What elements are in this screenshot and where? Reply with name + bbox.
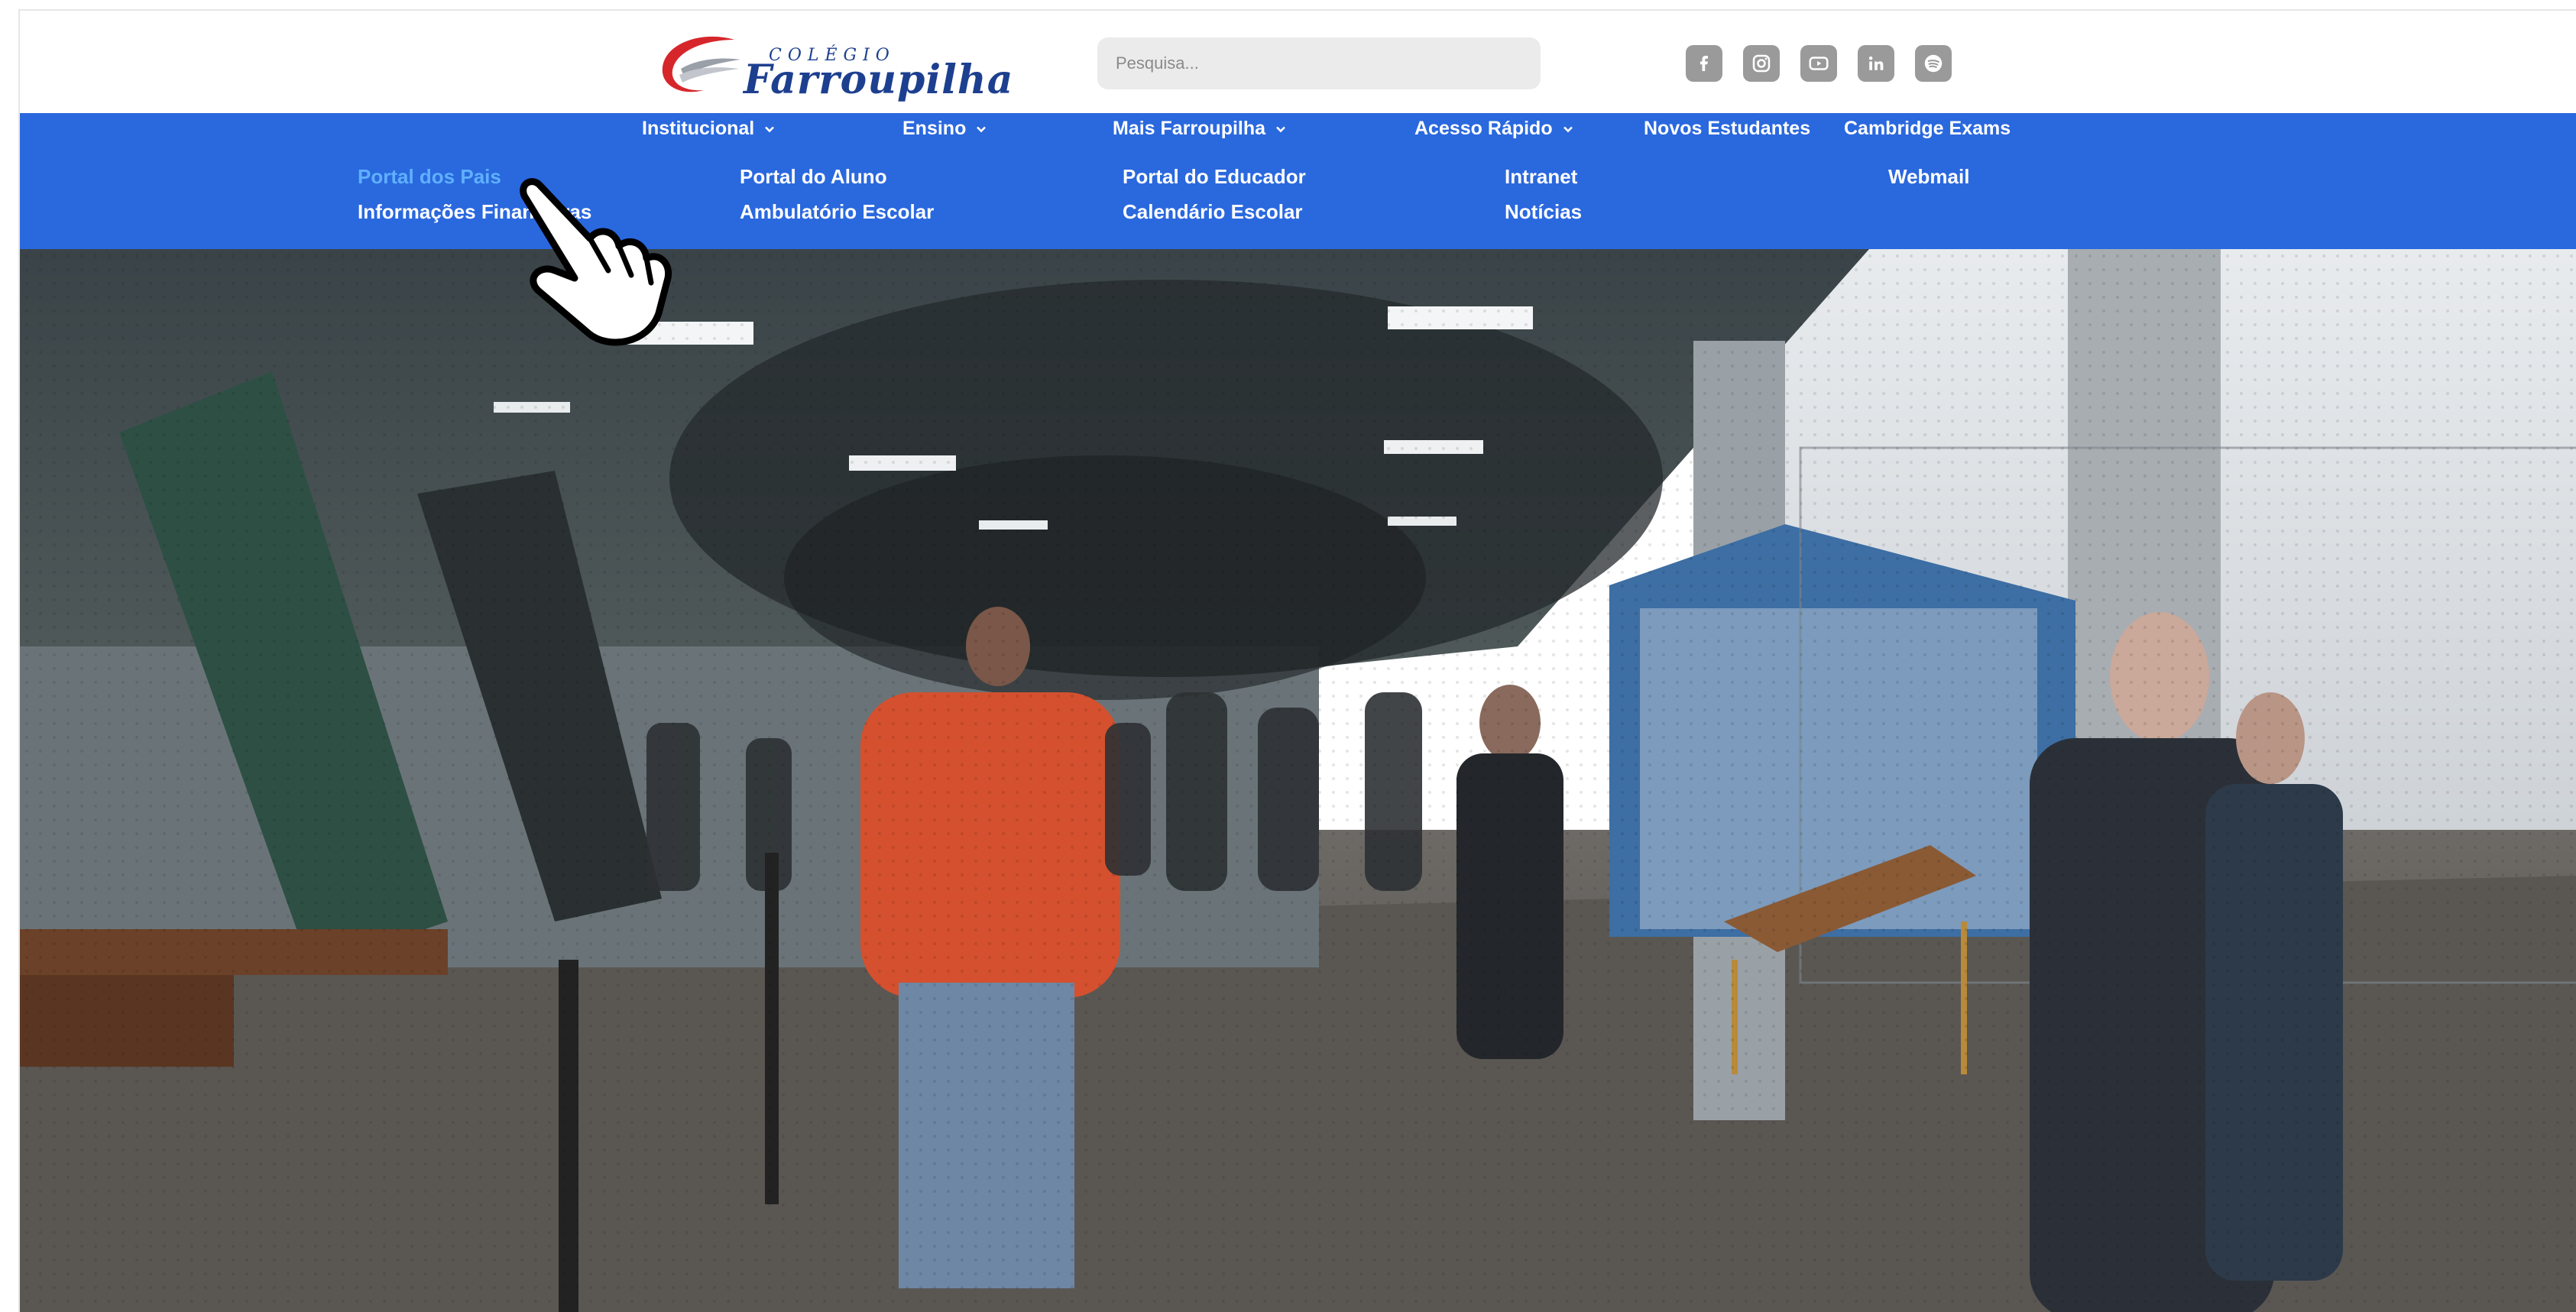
logo-title: Farroupilha	[744, 57, 1014, 103]
instagram-icon[interactable]	[1743, 45, 1780, 82]
nav-cambridge-exams[interactable]: Cambridge Exams	[1844, 113, 2011, 144]
hero-scene	[20, 249, 2576, 1312]
facebook-icon[interactable]	[1686, 45, 1722, 82]
chevron-down-icon	[1563, 126, 1573, 133]
hero-video-frame	[20, 249, 2576, 1312]
chevron-down-icon	[765, 126, 775, 133]
site-header: COLÉGIO Farroupilha	[20, 11, 2576, 113]
nav-label: Mais Farroupilha	[1113, 118, 1266, 139]
logo-swoosh-icon	[662, 36, 740, 92]
link-portal-do-aluno[interactable]: Portal do Aluno	[740, 165, 887, 189]
site-logo[interactable]: COLÉGIO Farroupilha	[658, 24, 1013, 103]
link-webmail[interactable]: Webmail	[1888, 165, 1969, 189]
nav-label: Ensino	[902, 118, 967, 139]
nav-label: Institucional	[642, 118, 755, 139]
nav-mais-farroupilha[interactable]: Mais Farroupilha	[1113, 113, 1286, 144]
nav-label: Cambridge Exams	[1844, 118, 2011, 139]
linkedin-icon[interactable]	[1858, 45, 1894, 82]
link-intranet[interactable]: Intranet	[1505, 165, 1577, 189]
chevron-down-icon	[977, 126, 987, 133]
chevron-down-icon	[1276, 126, 1285, 133]
quick-access-dropdown: Portal dos Pais Informações Financeiras …	[20, 144, 2576, 249]
main-nav: Institucional Ensino Mais Farroupilha Ac…	[20, 113, 2576, 144]
link-calendario-escolar[interactable]: Calendário Escolar	[1123, 200, 1303, 224]
browser-page: COLÉGIO Farroupilha Institucional Ensino	[18, 9, 2576, 1312]
nav-label: Acesso Rápido	[1414, 118, 1553, 139]
hand-pointer-icon	[520, 178, 672, 346]
youtube-icon[interactable]	[1800, 45, 1837, 82]
link-noticias[interactable]: Notícias	[1505, 200, 1582, 224]
nav-novos-estudantes[interactable]: Novos Estudantes	[1644, 113, 1810, 144]
nav-ensino[interactable]: Ensino	[902, 113, 987, 144]
nav-label: Novos Estudantes	[1644, 118, 1811, 139]
nav-acesso-rapido[interactable]: Acesso Rápido	[1414, 113, 1573, 144]
nav-institucional[interactable]: Institucional	[642, 113, 775, 144]
spotify-icon[interactable]	[1915, 45, 1952, 82]
link-portal-dos-pais[interactable]: Portal dos Pais	[358, 165, 501, 189]
search-input[interactable]	[1097, 37, 1541, 89]
link-portal-do-educador[interactable]: Portal do Educador	[1123, 165, 1306, 189]
link-ambulatorio-escolar[interactable]: Ambulatório Escolar	[740, 200, 934, 224]
